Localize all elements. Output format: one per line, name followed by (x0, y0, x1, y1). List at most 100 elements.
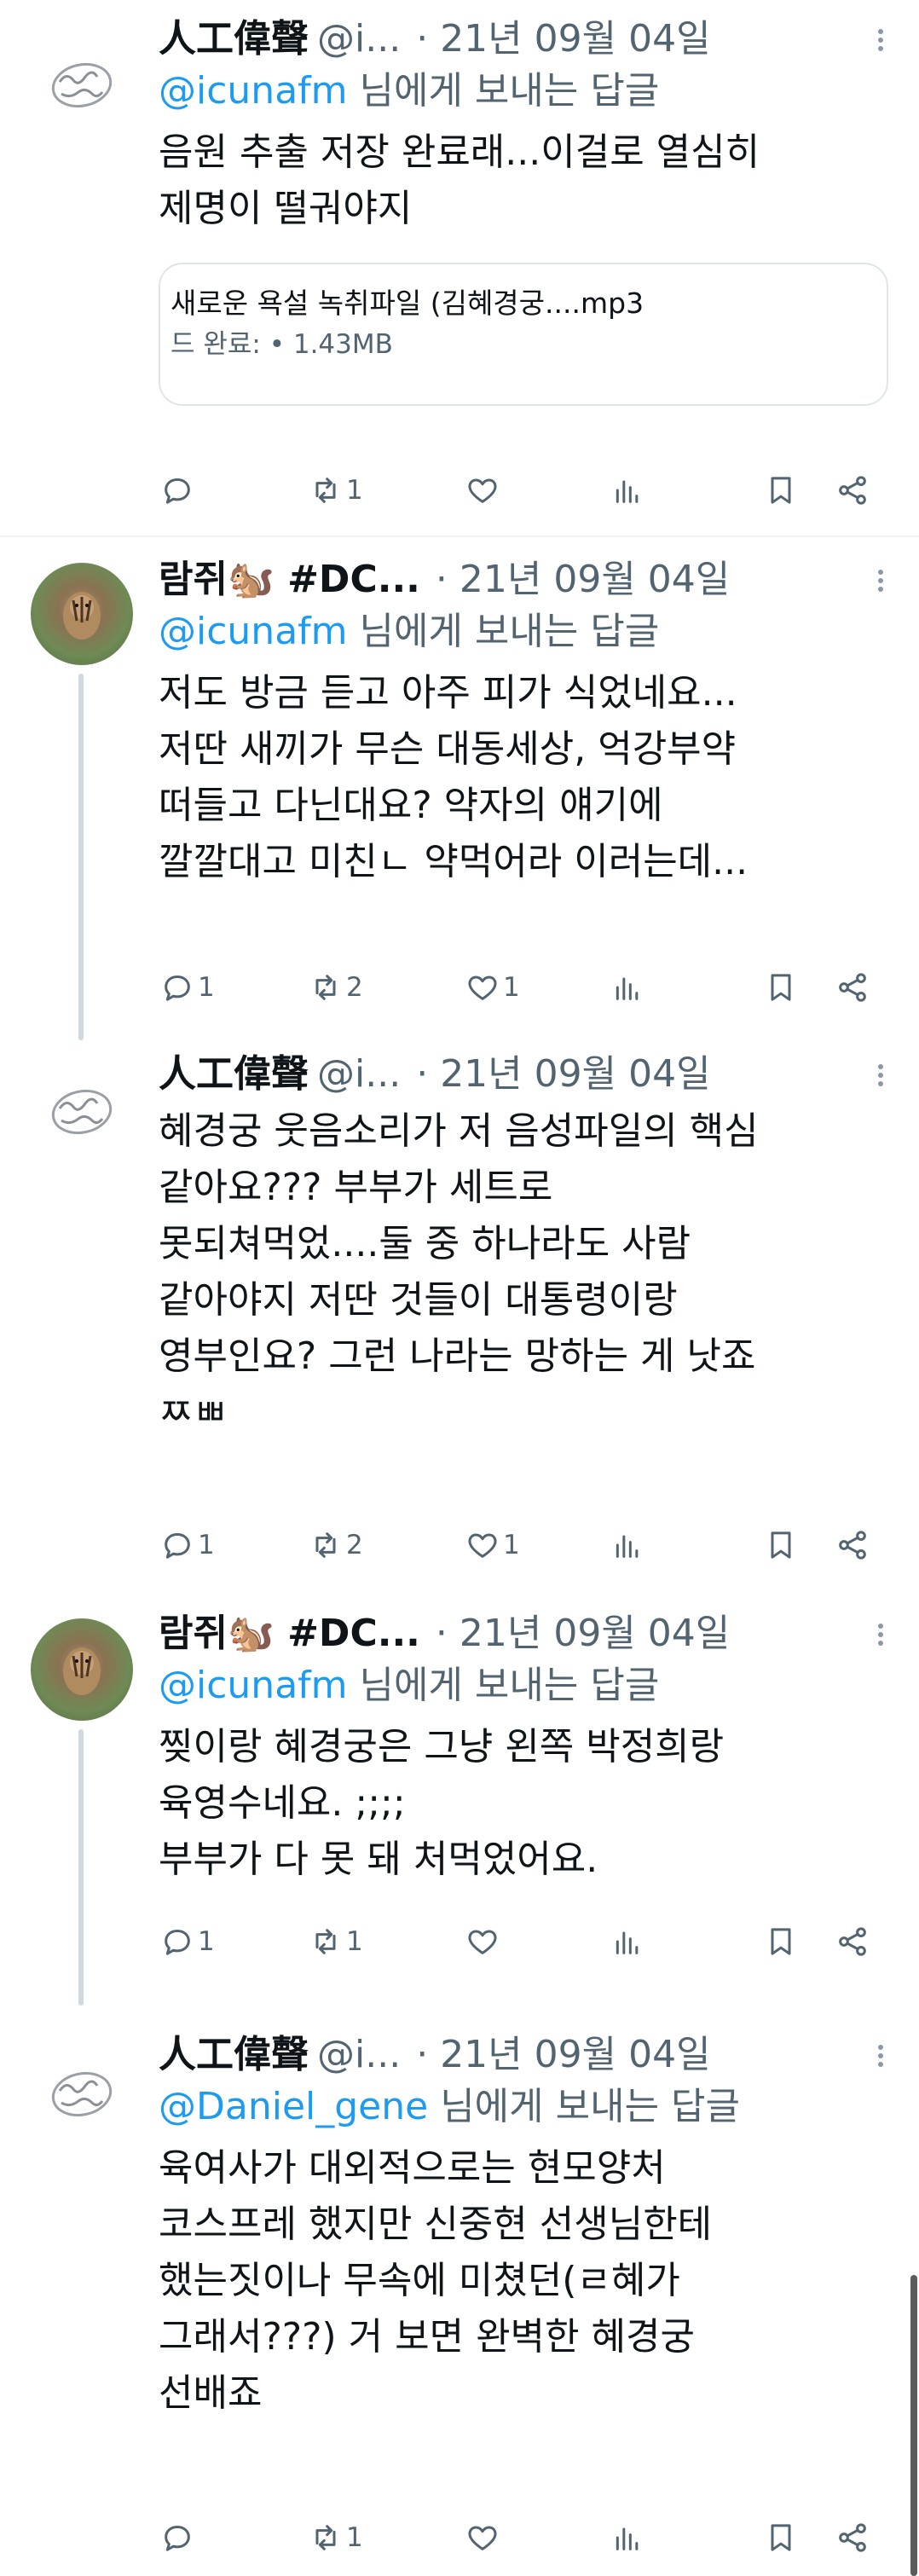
avatar[interactable] (31, 563, 133, 665)
reply-button[interactable]: 1 (160, 1520, 215, 1571)
tweet[interactable]: 人工偉聲 @i... · 21년 09월 04일 @icunafm 님에게 보내… (0, 0, 919, 537)
reply-to-line: @icunafm 님에게 보내는 답글 (159, 65, 888, 118)
heart-icon (468, 478, 497, 503)
tweet-date[interactable]: 21년 09월 04일 (440, 14, 710, 65)
mention-link[interactable]: @icunafm (159, 69, 348, 113)
share-button[interactable] (835, 1520, 870, 1571)
retweet-count: 1 (346, 1926, 363, 1957)
views-bar-chart-icon (616, 1931, 639, 1954)
tweet-date[interactable]: 21년 09월 04일 (460, 1608, 730, 1659)
more-options-icon[interactable] (868, 566, 893, 600)
views-button[interactable] (610, 465, 644, 516)
retweet-count: 1 (346, 475, 363, 506)
bookmark-button[interactable] (764, 1916, 798, 1967)
tweet[interactable]: 人工偉聲 @i... · 21년 09월 04일 혜경궁 웃음소리가 저 음성파… (0, 1042, 919, 1605)
tweet-date[interactable]: 21년 09월 04일 (440, 2029, 710, 2081)
share-icon (839, 476, 866, 505)
like-button[interactable] (465, 1916, 503, 1967)
author-handle[interactable]: @i... (317, 2029, 401, 2081)
more-options-icon[interactable] (868, 2041, 893, 2075)
action-bar: 1 2 1 (0, 1520, 919, 1571)
tweet-header: 람쥐🐿️ #DC... · 21년 09월 04일 (159, 1608, 888, 1659)
tweet[interactable]: 람쥐🐿️ #DC... · 21년 09월 04일 @icunafm 님에게 보… (0, 1605, 919, 2006)
more-options-icon[interactable] (868, 1620, 893, 1654)
mention-link[interactable]: @icunafm (159, 610, 348, 653)
retweet-count: 1 (346, 2522, 363, 2553)
author-name[interactable]: 人工偉聲 (159, 1049, 309, 1100)
avatar[interactable] (31, 1618, 133, 1721)
share-button[interactable] (835, 2512, 870, 2563)
bookmark-button[interactable] (764, 2512, 798, 2563)
tweet-feed: 人工偉聲 @i... · 21년 09월 04일 @icunafm 님에게 보내… (0, 0, 919, 2576)
retweet-count: 2 (346, 1530, 363, 1560)
views-bar-chart-icon (616, 480, 639, 503)
views-bar-chart-icon (616, 977, 639, 1000)
author-handle[interactable]: @i... (317, 1049, 401, 1100)
like-button[interactable] (465, 2512, 503, 2563)
author-name[interactable]: 람쥐🐿️ #DC... (159, 1608, 420, 1659)
views-button[interactable] (610, 962, 644, 1013)
like-button[interactable]: 1 (465, 962, 520, 1013)
author-name[interactable]: 람쥐🐿️ #DC... (159, 554, 420, 605)
retweet-button[interactable]: 1 (309, 465, 363, 516)
reply-to-label: 님에게 보내는 답글 (428, 2085, 741, 2128)
attachment-card[interactable]: 새로운 욕설 녹취파일 (김혜경궁....mp3 드 완료: • 1.43MB (159, 263, 888, 406)
author-name[interactable]: 人工偉聲 (159, 14, 309, 65)
signature-avatar-icon (51, 1089, 113, 1135)
views-button[interactable] (610, 1916, 644, 1967)
share-button[interactable] (835, 465, 870, 516)
retweet-icon (315, 478, 336, 503)
heart-icon (468, 1533, 497, 1558)
bookmark-icon (771, 1531, 791, 1559)
tweet-text: 혜경궁 웃음소리가 저 음성파일의 핵심 같아요??? 부부가 세트로 못되쳐먹… (159, 1109, 759, 1434)
tweet-header: 人工偉聲 @i... · 21년 09월 04일 (159, 14, 888, 65)
avatar[interactable] (31, 34, 133, 136)
bookmark-button[interactable] (764, 962, 798, 1013)
retweet-button[interactable]: 1 (309, 1916, 363, 1967)
bookmark-icon (771, 477, 791, 504)
more-options-icon[interactable] (868, 1061, 893, 1095)
share-button[interactable] (835, 962, 870, 1013)
retweet-count: 2 (346, 972, 363, 1003)
reply-to-label: 님에게 보내는 답글 (347, 69, 660, 113)
separator-dot: · (416, 1052, 429, 1096)
tweet-date[interactable]: 21년 09월 04일 (460, 554, 730, 605)
reply-button[interactable] (160, 2512, 198, 2563)
tweet[interactable]: 람쥐🐿️ #DC... · 21년 09월 04일 @icunafm 님에게 보… (0, 546, 919, 1040)
views-button[interactable] (610, 2512, 644, 2563)
reply-to-label: 님에게 보내는 답글 (347, 1664, 660, 1707)
avatar[interactable] (31, 2043, 133, 2145)
retweet-button[interactable]: 2 (309, 1520, 363, 1571)
retweet-button[interactable]: 1 (309, 2512, 363, 2563)
views-button[interactable] (610, 1520, 644, 1571)
heart-icon (468, 2526, 497, 2550)
action-bar: 1 1 (0, 1916, 919, 1967)
author-name[interactable]: 人工偉聲 (159, 2029, 309, 2081)
mention-link[interactable]: @Daniel_gene (159, 2085, 428, 2128)
reply-button[interactable]: 1 (160, 1916, 215, 1967)
tweet[interactable]: 人工偉聲 @i... · 21년 09월 04일 @Daniel_gene 님에… (0, 2026, 919, 2576)
reply-to-label: 님에게 보내는 답글 (347, 610, 660, 653)
bookmark-button[interactable] (764, 465, 798, 516)
like-count: 1 (503, 972, 520, 1003)
like-button[interactable]: 1 (465, 1520, 520, 1571)
retweet-button[interactable]: 2 (309, 962, 363, 1013)
reply-to-line: @Daniel_gene 님에게 보내는 답글 (159, 2081, 888, 2133)
retweet-icon (315, 975, 336, 1000)
more-options-icon[interactable] (868, 26, 893, 60)
reply-count: 1 (198, 1926, 215, 1957)
author-handle[interactable]: @i... (317, 14, 401, 65)
like-button[interactable] (465, 465, 503, 516)
mention-link[interactable]: @icunafm (159, 1664, 348, 1707)
retweet-icon (315, 2525, 336, 2550)
reply-button[interactable] (160, 465, 198, 516)
bookmark-button[interactable] (764, 1520, 798, 1571)
reply-button[interactable]: 1 (160, 962, 215, 1013)
share-button[interactable] (835, 1916, 870, 1967)
chipmunk-avatar-icon (63, 1647, 101, 1695)
scrollbar[interactable] (910, 2275, 917, 2576)
avatar[interactable] (31, 1061, 133, 1163)
bookmark-icon (771, 1928, 791, 1955)
tweet-date[interactable]: 21년 09월 04일 (440, 1049, 710, 1100)
share-icon (839, 2523, 866, 2552)
